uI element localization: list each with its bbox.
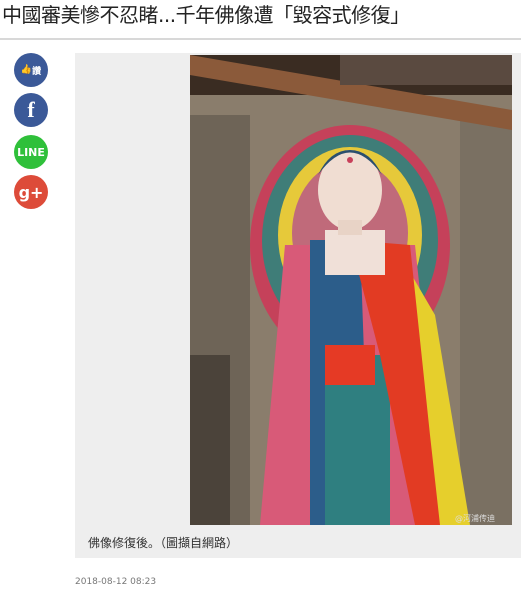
- google-plus-share-button[interactable]: g+: [14, 175, 48, 209]
- facebook-like-button[interactable]: 👍 讚: [14, 53, 48, 87]
- line-icon: LINE: [17, 145, 45, 159]
- facebook-icon: f: [27, 97, 35, 122]
- thumbs-up-icon: 👍: [20, 65, 33, 75]
- buddha-statue-photo: [190, 55, 512, 525]
- facebook-share-button[interactable]: f: [14, 93, 48, 127]
- article-title: 中國審美慘不忍睹...千年佛像遭「毀容式修復」: [2, 3, 410, 27]
- google-plus-icon: g+: [18, 182, 44, 202]
- buddha-statue-image: [190, 55, 512, 525]
- publish-date: 2018-08-12 08:23: [75, 577, 157, 587]
- line-share-button[interactable]: LINE: [14, 135, 48, 169]
- like-label: 讚: [32, 66, 42, 77]
- image-caption: 佛像修復後。（圖擷自網路）: [88, 536, 239, 550]
- divider: [0, 38, 521, 40]
- photo-watermark: @河浦传迪: [455, 514, 495, 523]
